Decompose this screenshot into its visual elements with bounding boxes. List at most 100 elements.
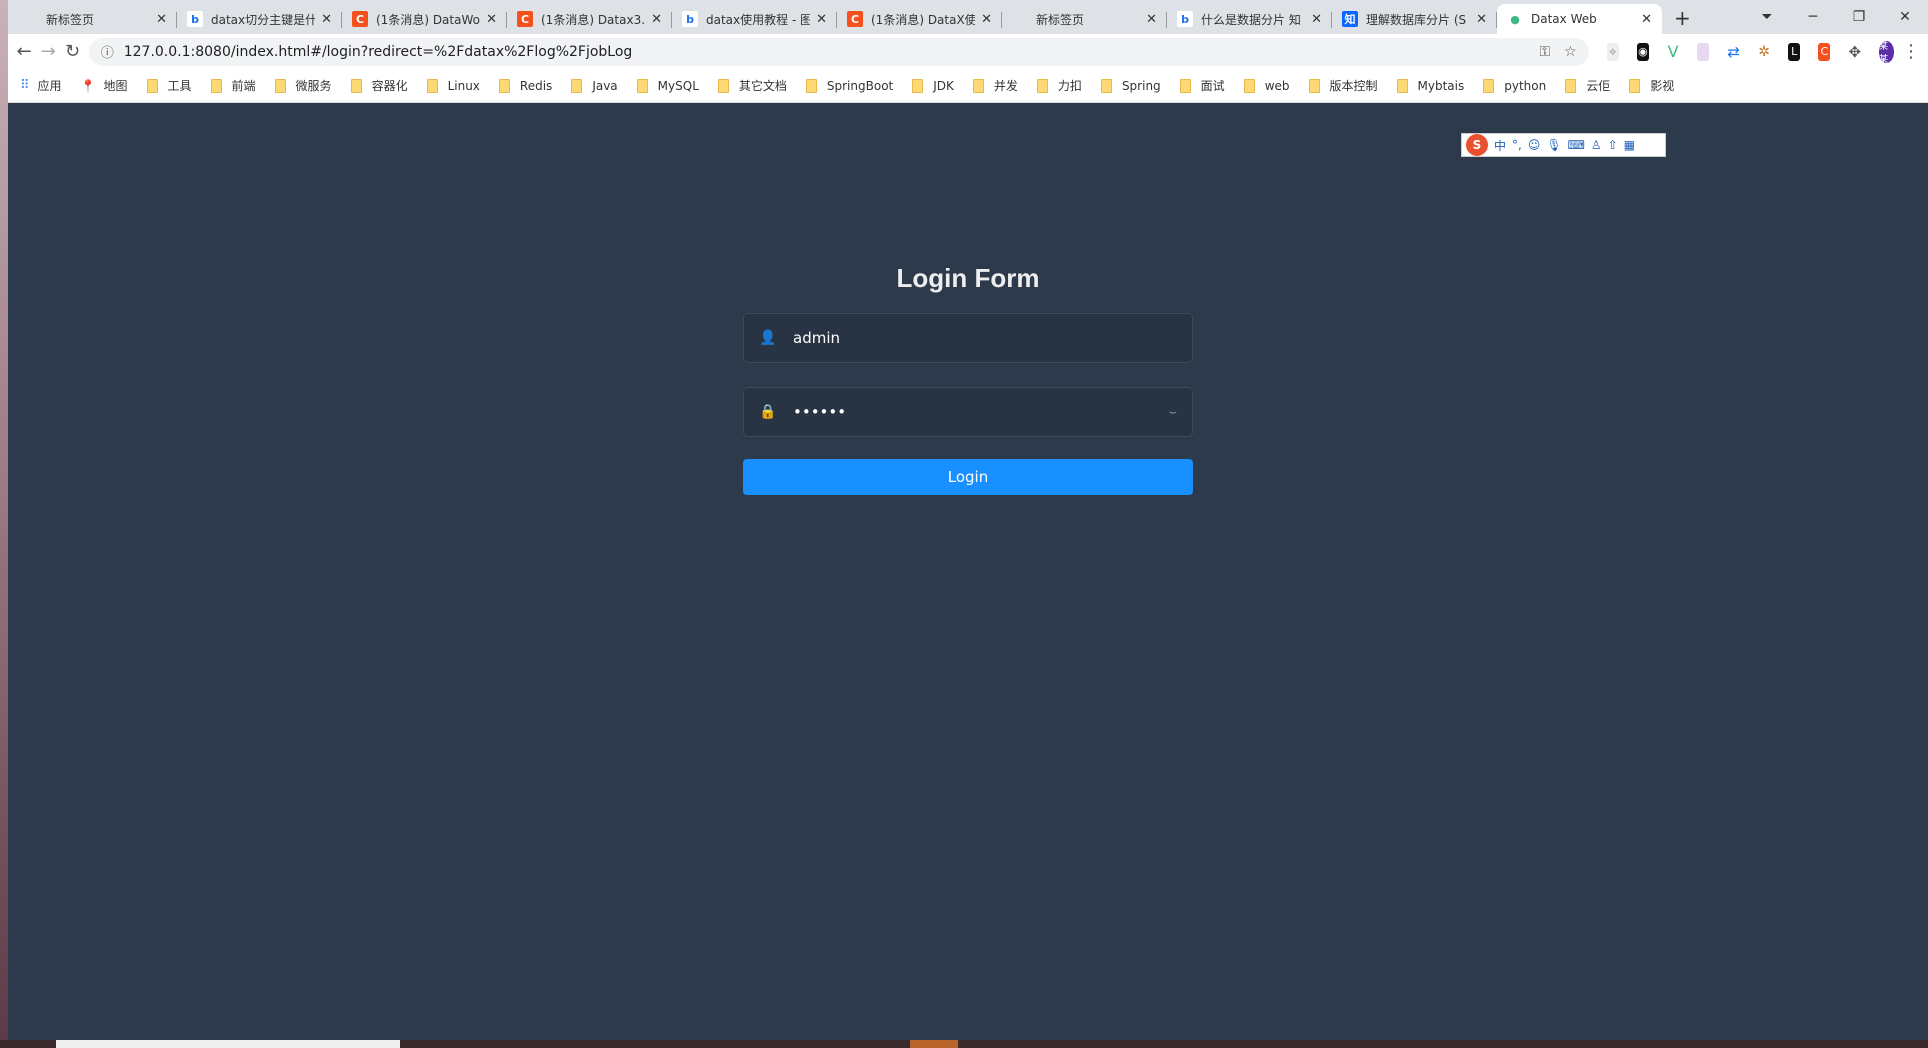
bookmark-item[interactable]: 并发 — [972, 77, 1018, 94]
info-icon[interactable]: ⓘ — [101, 42, 114, 61]
bookmark-item[interactable]: 面试 — [1179, 77, 1225, 94]
vue-devtools-icon[interactable]: V — [1667, 42, 1679, 61]
address-bar[interactable]: ⓘ 127.0.0.1:8080/index.html#/login?redir… — [88, 37, 1589, 66]
bookmark-label: 版本控制 — [1329, 79, 1378, 93]
page-title: Login Form — [896, 263, 1040, 293]
minimize-button[interactable]: ─ — [1790, 9, 1836, 25]
tab[interactable]: 知理解数据库分片 (S ✕ — [1332, 4, 1497, 34]
folder-icon — [1308, 78, 1320, 93]
tab[interactable]: b datax使用教程 - 图 ✕ — [672, 4, 837, 34]
bookmark-item[interactable]: MySQL — [636, 78, 699, 93]
tab-title: 理解数据库分片 (S — [1366, 12, 1467, 27]
extension-icon[interactable] — [1697, 42, 1710, 61]
password-field: 🔒 ⌣ — [743, 387, 1193, 437]
close-tab-icon[interactable]: ✕ — [651, 12, 662, 27]
folder-icon — [274, 78, 286, 93]
forward-button[interactable]: → — [40, 41, 56, 62]
bookmark-star-icon[interactable]: ☆ — [1564, 44, 1577, 60]
mic-icon[interactable]: 🎙 — [1546, 138, 1561, 152]
folder-icon — [146, 78, 158, 93]
grid-icon[interactable]: ▦ — [1624, 138, 1635, 152]
bookmark-item[interactable]: 工具 — [146, 77, 192, 94]
avatar[interactable]: 某某 — [1879, 40, 1894, 65]
username-input[interactable] — [793, 329, 1177, 347]
folder-icon — [1100, 78, 1112, 93]
ime-mode[interactable]: 中 — [1494, 137, 1506, 154]
tab[interactable]: 新标签页 ✕ — [1002, 4, 1167, 34]
tab[interactable]: C (1条消息) DataWo ✕ — [342, 4, 507, 34]
tab[interactable]: 新标签页 ✕ — [12, 4, 177, 34]
bookmark-item[interactable]: Linux — [426, 78, 480, 93]
back-button[interactable]: ← — [16, 41, 32, 62]
bookmark-item[interactable]: 📍 地图 — [81, 77, 128, 94]
close-tab-icon[interactable]: ✕ — [486, 12, 497, 27]
tab[interactable]: ● Datax Web ✕ — [1497, 4, 1662, 34]
key-icon[interactable]: ⚿ — [1539, 44, 1550, 60]
bookmark-item[interactable]: JDK — [912, 78, 954, 93]
reload-button[interactable]: ↻ — [64, 41, 80, 62]
close-tab-icon[interactable]: ✕ — [981, 12, 992, 27]
sogou-logo-icon[interactable]: S — [1466, 134, 1488, 156]
csdn-icon: C — [517, 11, 533, 27]
folder-icon — [498, 78, 510, 93]
bookmark-item[interactable]: 力扣 — [1036, 77, 1082, 94]
bookmark-item[interactable]: python — [1483, 78, 1546, 93]
puzzle-icon[interactable]: ✥ — [1848, 43, 1861, 61]
close-tab-icon[interactable]: ✕ — [1641, 12, 1652, 27]
folder-icon — [350, 78, 362, 93]
keyboard-icon[interactable]: ⌨ — [1568, 138, 1585, 152]
close-window-button[interactable]: ✕ — [1882, 9, 1928, 25]
login-button[interactable]: Login — [743, 459, 1193, 495]
close-tab-icon[interactable]: ✕ — [1476, 12, 1487, 27]
user-icon[interactable]: ♙ — [1591, 138, 1602, 152]
tab[interactable]: C (1条消息) Datax3.0 ✕ — [507, 4, 672, 34]
folder-icon — [972, 78, 984, 93]
bookmark-item[interactable]: 版本控制 — [1308, 77, 1378, 94]
tab-title: datax使用教程 - 图 — [706, 12, 811, 27]
folder-icon — [912, 78, 924, 93]
csdn-extension-icon[interactable]: C — [1818, 42, 1831, 61]
taskbar — [0, 1040, 1928, 1048]
close-tab-icon[interactable]: ✕ — [1311, 12, 1322, 27]
bookmark-item[interactable]: 云佢 — [1565, 77, 1610, 94]
bookmark-item[interactable]: 容器化 — [350, 77, 408, 94]
password-input[interactable] — [793, 403, 1169, 421]
tab[interactable]: b 什么是数据分片 知 ✕ — [1167, 4, 1332, 34]
tab[interactable]: b datax切分主键是什 ✕ — [177, 4, 342, 34]
tab[interactable]: C (1条消息) DataX使 ✕ — [837, 4, 1002, 34]
bookmark-item[interactable]: web — [1243, 78, 1290, 93]
bing-icon: b — [1177, 11, 1193, 27]
bookmark-item[interactable]: ⠿ 应用 — [20, 77, 62, 94]
tab-search-icon[interactable]: ⏷ — [1744, 9, 1790, 25]
bookmark-item[interactable]: SpringBoot — [805, 78, 893, 93]
bookmark-item[interactable]: Java — [571, 78, 618, 93]
eye-closed-icon[interactable]: ⌣ — [1168, 405, 1177, 420]
menu-icon[interactable]: ⋮ — [1902, 41, 1920, 62]
browser-chrome: 新标签页 ✕ b datax切分主键是什 ✕ C (1条消息) DataWo ✕ C (1条消息)… — [8, 0, 1928, 103]
extension-icon[interactable]: L — [1788, 42, 1801, 61]
bookmark-item[interactable]: Redis — [498, 78, 552, 93]
extension-icon[interactable]: ◉ — [1636, 42, 1650, 61]
bookmark-item[interactable]: 微服务 — [274, 77, 332, 94]
bookmark-item[interactable]: Spring — [1100, 78, 1161, 93]
bookmark-item[interactable]: 其它文档 — [717, 77, 787, 94]
emoji-icon[interactable]: ☺ — [1528, 138, 1541, 152]
bookmark-item[interactable]: 影视 — [1629, 77, 1674, 94]
ime-punct[interactable]: °, — [1512, 138, 1522, 152]
skin-icon[interactable]: ⇧ — [1608, 138, 1618, 152]
extension-icon[interactable]: ⟡ — [1606, 42, 1619, 61]
bookmark-label: 应用 — [37, 79, 62, 93]
bookmark-item[interactable]: Mybtais — [1396, 78, 1464, 93]
login-page: S 中 °, ☺ 🎙 ⌨ ♙ ⇧ ▦ Login Form 👤 🔒 ⌣ Logi… — [8, 103, 1928, 1040]
new-tab-button[interactable]: + — [1662, 4, 1703, 34]
extension-icon[interactable]: ⇄ — [1727, 43, 1740, 61]
restore-button[interactable]: ❐ — [1836, 9, 1882, 25]
close-tab-icon[interactable]: ✕ — [321, 12, 332, 27]
extension-icon[interactable]: ✲ — [1758, 43, 1770, 61]
close-tab-icon[interactable]: ✕ — [816, 12, 827, 27]
user-icon: 👤 — [759, 330, 777, 346]
close-tab-icon[interactable]: ✕ — [156, 12, 167, 27]
close-tab-icon[interactable]: ✕ — [1146, 12, 1157, 27]
bookmark-label: Java — [592, 78, 618, 93]
bookmark-item[interactable]: 前端 — [210, 77, 256, 94]
